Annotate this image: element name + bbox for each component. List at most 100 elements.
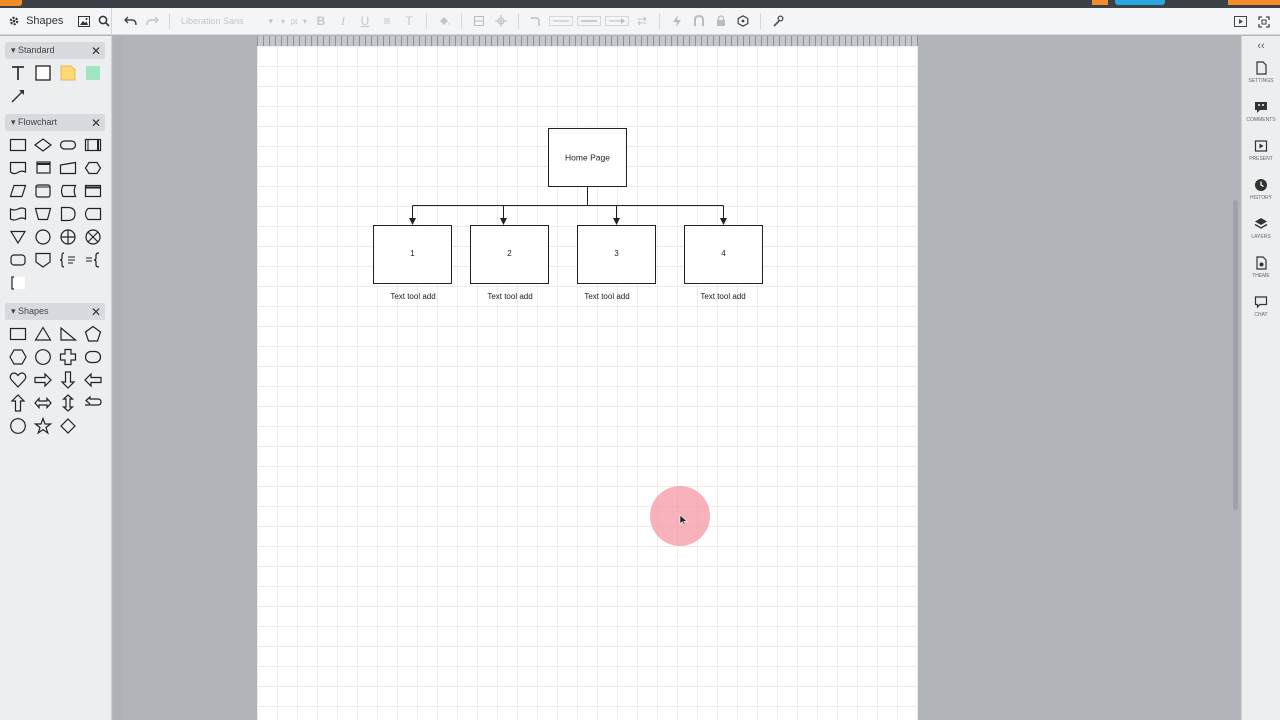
magnet-icon[interactable] (689, 11, 709, 31)
notification-badge[interactable] (1092, 0, 1108, 5)
align-icon[interactable]: ≡ (377, 11, 397, 31)
hexagon-shape[interactable] (5, 347, 30, 367)
lock-icon[interactable] (711, 11, 731, 31)
document-page[interactable]: Home Page 1 2 3 4 Text tool add Text too… (257, 46, 918, 720)
offpage-connector-shape[interactable] (30, 250, 55, 270)
shapes-section-header[interactable]: ▾ Shapes ✕ (5, 303, 105, 320)
rectangle-shape[interactable] (5, 324, 30, 344)
process-shape[interactable] (5, 135, 30, 155)
settings-dock-button[interactable]: SETTINGS (1242, 58, 1280, 97)
annotation-brace-shape[interactable] (55, 250, 80, 270)
layers-dock-button[interactable]: LAYERS (1242, 214, 1280, 253)
font-family-select[interactable]: Liberation Sans ▾ (177, 12, 277, 30)
close-icon[interactable]: ✕ (91, 305, 101, 319)
line-shape[interactable] (5, 86, 30, 106)
search-icon[interactable] (97, 11, 111, 31)
arrow-up-shape[interactable] (5, 393, 30, 413)
arrow-left-shape[interactable] (80, 370, 105, 390)
line-end-select[interactable] (604, 11, 630, 31)
cloud-shape[interactable] (80, 347, 105, 367)
collapse-panel-icon[interactable]: ‹‹ (1242, 36, 1280, 58)
display-shape[interactable] (80, 204, 105, 224)
manual-operation-shape[interactable] (30, 204, 55, 224)
block-shape[interactable] (30, 63, 55, 83)
line-width-select[interactable] (576, 11, 602, 31)
caption-4[interactable]: Text tool add (700, 292, 745, 301)
offpage-link-shape[interactable] (5, 250, 30, 270)
pentagon-shape[interactable] (80, 324, 105, 344)
app-logo[interactable] (0, 0, 22, 6)
undo-icon[interactable] (120, 11, 140, 31)
move-icon[interactable] (491, 11, 511, 31)
internal-storage-shape[interactable] (80, 181, 105, 201)
standard-section-header[interactable]: ▾ Standard ✕ (5, 42, 105, 59)
node-home-page[interactable]: Home Page (548, 128, 627, 187)
punched-tape-shape[interactable] (5, 204, 30, 224)
predefined-process-shape[interactable] (80, 135, 105, 155)
cross-shape[interactable] (55, 347, 80, 367)
info-icon[interactable] (733, 11, 753, 31)
wrench-icon[interactable] (768, 11, 788, 31)
manual-input-shape[interactable] (55, 158, 80, 178)
caption-1[interactable]: Text tool add (390, 292, 435, 301)
vertical-scrollbar[interactable] (1233, 200, 1238, 510)
gear-icon[interactable] (8, 11, 20, 31)
close-icon[interactable]: ✕ (91, 116, 101, 130)
bold-icon[interactable]: B (311, 11, 331, 31)
stored-data-shape[interactable] (55, 181, 80, 201)
action-icon[interactable] (667, 11, 687, 31)
arrow-down-shape[interactable] (55, 370, 80, 390)
data-shape[interactable] (5, 181, 30, 201)
node-child-2[interactable]: 2 (470, 225, 549, 284)
image-icon[interactable] (77, 11, 91, 31)
close-icon[interactable]: ✕ (91, 44, 101, 58)
or-shape[interactable] (55, 227, 80, 247)
double-arrow-horizontal-shape[interactable] (30, 393, 55, 413)
caption-2[interactable]: Text tool add (487, 292, 532, 301)
ellipse-shape[interactable] (5, 416, 30, 436)
bracket-shape[interactable] (5, 273, 30, 293)
swap-icon[interactable]: ⇄ (632, 11, 652, 31)
colored-block-shape[interactable] (80, 63, 105, 83)
chat-dock-button[interactable]: CHAT (1242, 292, 1280, 331)
heart-shape[interactable] (5, 370, 30, 390)
database-shape[interactable] (30, 181, 55, 201)
node-child-4[interactable]: 4 (684, 225, 763, 284)
double-arrow-vertical-shape[interactable] (55, 393, 80, 413)
history-dock-button[interactable]: HISTORY (1242, 175, 1280, 214)
underline-icon[interactable]: U (355, 11, 375, 31)
present-icon[interactable] (1230, 12, 1250, 32)
present-dock-button[interactable]: PRESENT (1242, 136, 1280, 175)
triangle-shape[interactable] (30, 324, 55, 344)
text-shape[interactable] (5, 63, 30, 83)
upgrade-button[interactable] (1228, 0, 1280, 5)
italic-icon[interactable]: I (333, 11, 353, 31)
node-child-3[interactable]: 3 (577, 225, 656, 284)
star-shape[interactable] (30, 416, 55, 436)
text-options-icon[interactable]: T (399, 11, 419, 31)
annotation-shape[interactable] (80, 250, 105, 270)
diamond-shape[interactable] (55, 416, 80, 436)
decision-shape[interactable] (30, 135, 55, 155)
line-start-select[interactable] (548, 11, 574, 31)
summing-junction-shape[interactable] (80, 227, 105, 247)
right-triangle-shape[interactable] (55, 324, 80, 344)
merge-shape[interactable] (5, 227, 30, 247)
fullscreen-icon[interactable] (1254, 12, 1274, 32)
arrow-right-shape[interactable] (30, 370, 55, 390)
theme-dock-button[interactable]: THEME (1242, 253, 1280, 292)
caption-3[interactable]: Text tool add (584, 292, 629, 301)
delay-shape[interactable] (55, 204, 80, 224)
fill-color-icon[interactable] (434, 11, 454, 31)
flowchart-section-header[interactable]: ▾ Flowchart ✕ (5, 114, 105, 131)
share-button[interactable] (1115, 0, 1165, 5)
comments-dock-button[interactable]: COMMENTS (1242, 97, 1280, 136)
fit-page-icon[interactable] (469, 11, 489, 31)
canvas-area[interactable]: Home Page 1 2 3 4 Text tool add Text too… (113, 36, 1240, 720)
document-shape[interactable] (5, 158, 30, 178)
circle-shape[interactable] (30, 347, 55, 367)
terminator-shape[interactable] (55, 135, 80, 155)
preparation-shape[interactable] (80, 158, 105, 178)
font-size-select[interactable]: ▾ pt ▾ (279, 12, 309, 30)
connector-shape[interactable] (30, 227, 55, 247)
